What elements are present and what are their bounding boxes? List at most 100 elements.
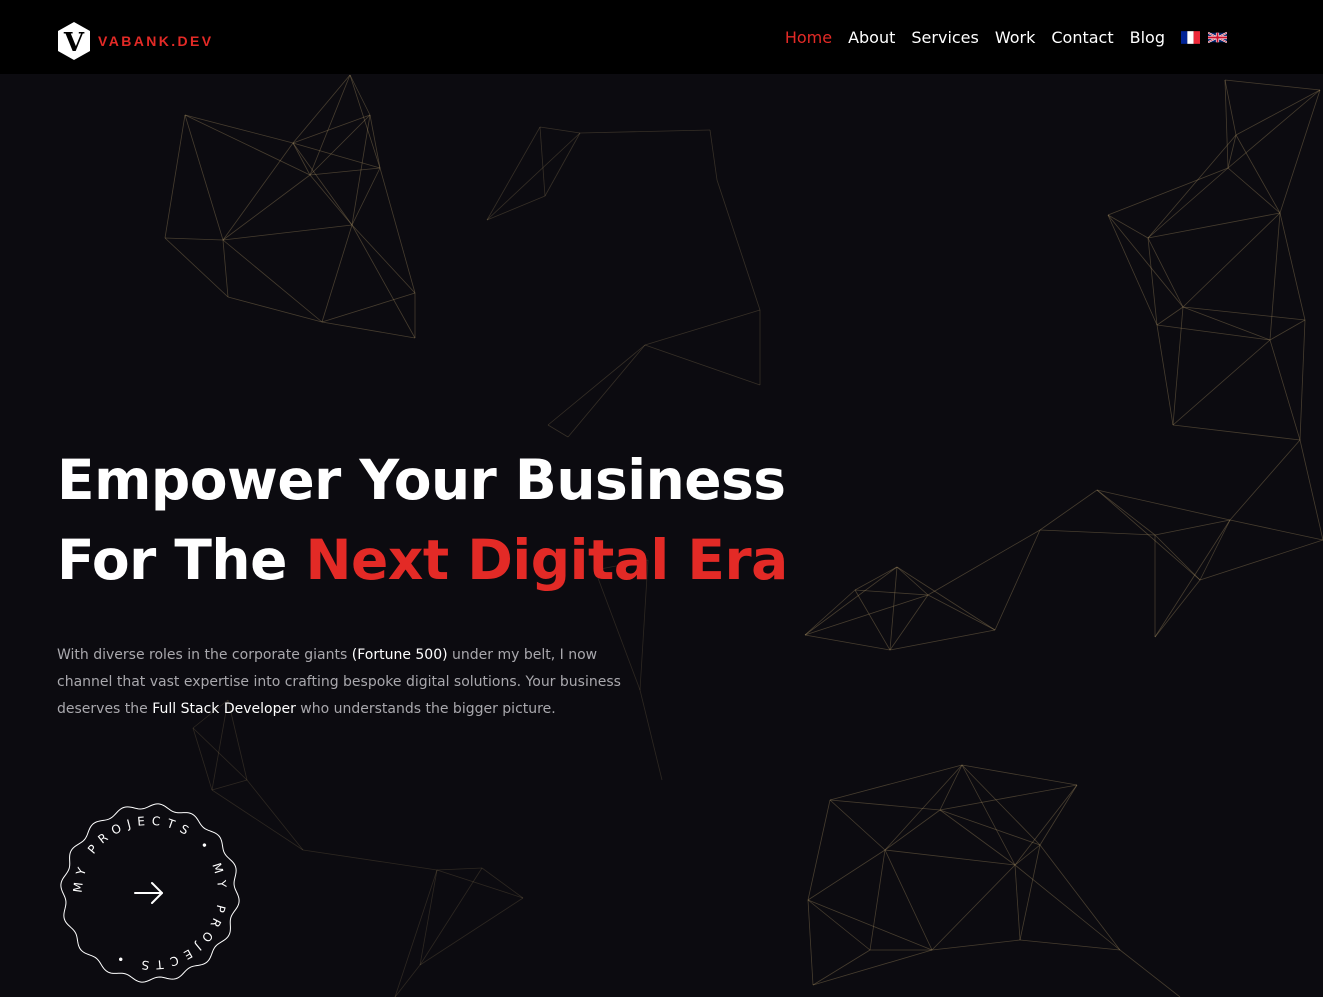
network-line	[961, 764, 1041, 846]
uk-flag-icon[interactable]	[1208, 31, 1227, 44]
network-line	[1269, 339, 1301, 441]
network-line	[222, 239, 323, 323]
network-line	[644, 309, 761, 346]
nav-contact[interactable]: Contact	[1051, 28, 1113, 47]
network-line	[486, 132, 581, 221]
network-line	[1154, 579, 1201, 638]
network-line	[829, 799, 886, 851]
network-line	[716, 179, 761, 311]
nav-work[interactable]: Work	[995, 28, 1036, 47]
network-line	[1199, 539, 1323, 581]
network-line	[481, 867, 524, 899]
network-line	[1182, 212, 1281, 308]
network-line	[807, 899, 814, 986]
network-line	[1107, 214, 1149, 239]
network-line	[1147, 237, 1158, 326]
network-line	[1224, 79, 1321, 91]
network-line	[1019, 939, 1121, 951]
network-line	[222, 239, 229, 298]
network-line	[1299, 439, 1323, 541]
network-line	[419, 897, 524, 966]
projects-badge-graphic: MY PROJECTS • MY PROJECTS •	[60, 803, 240, 983]
network-line	[1154, 519, 1231, 536]
network-line	[1172, 306, 1184, 426]
network-line	[292, 142, 381, 169]
intro-text-1: With diverse roles in the corporate gian…	[57, 647, 352, 663]
network-line	[1172, 424, 1301, 441]
network-line	[1199, 519, 1231, 581]
network-line	[804, 594, 929, 636]
intro-text-3: who understands the bigger picture.	[295, 701, 556, 717]
network-line	[351, 167, 381, 226]
network-line	[994, 529, 1041, 631]
logo-letter: V	[63, 28, 85, 58]
network-line	[321, 321, 416, 339]
network-line	[349, 74, 371, 116]
network-line	[547, 424, 569, 438]
hero-heading-line1: Empower Your Business	[57, 448, 786, 512]
network-line	[896, 566, 929, 596]
network-line	[394, 869, 438, 997]
network-line	[436, 867, 483, 871]
network-line	[1279, 212, 1306, 321]
arrow-right-icon	[134, 882, 163, 904]
network-line	[961, 764, 1078, 786]
network-line	[889, 594, 929, 651]
network-line	[302, 849, 438, 871]
network-line	[1147, 212, 1281, 239]
network-line	[184, 114, 224, 241]
hero-heading-accent: Next Digital Era	[305, 528, 789, 592]
network-line	[812, 949, 933, 986]
network-line	[436, 869, 524, 899]
nav-services[interactable]: Services	[911, 28, 978, 47]
network-line	[939, 764, 963, 811]
network-line	[222, 142, 294, 241]
network-line	[927, 594, 996, 631]
network-line	[1156, 324, 1271, 341]
network-line	[486, 195, 546, 221]
network-line	[807, 899, 933, 951]
network-line	[544, 132, 581, 197]
my-projects-button[interactable]: MY PROJECTS • MY PROJECTS •	[57, 800, 243, 986]
network-line	[1107, 214, 1158, 326]
logo[interactable]: V VABANK.DEV	[56, 21, 214, 61]
network-line	[1172, 339, 1271, 426]
nav-home[interactable]: Home	[785, 28, 832, 47]
network-line	[961, 764, 1016, 866]
network-line	[939, 809, 1016, 866]
nav-about[interactable]: About	[848, 28, 895, 47]
network-line	[292, 142, 311, 176]
network-line	[1107, 214, 1184, 308]
network-line	[1019, 844, 1041, 941]
network-line	[211, 779, 248, 791]
network-line	[164, 237, 229, 298]
nav-blog[interactable]: Blog	[1130, 28, 1165, 47]
network-line	[854, 589, 929, 596]
network-line	[321, 292, 416, 323]
network-line	[854, 566, 898, 591]
network-line	[246, 779, 304, 851]
network-line	[227, 296, 323, 323]
france-flag-icon[interactable]	[1181, 30, 1200, 44]
network-line	[1156, 324, 1174, 426]
network-line	[309, 114, 371, 176]
network-line	[539, 126, 581, 134]
network-line	[309, 74, 351, 176]
network-line	[884, 849, 933, 951]
network-line	[1107, 167, 1229, 216]
network-line	[349, 74, 381, 169]
network-line	[1039, 489, 1098, 531]
hero-heading-line2-prefix: For The	[57, 528, 306, 592]
hero-intro-paragraph: With diverse roles in the corporate gian…	[57, 642, 642, 723]
network-line	[184, 114, 294, 144]
hero: Empower Your Business For The Next Digit…	[57, 440, 788, 600]
network-line	[889, 629, 996, 651]
network-line	[1147, 167, 1229, 239]
network-line	[896, 566, 996, 631]
network-line	[804, 634, 891, 651]
network-line	[1182, 306, 1306, 321]
network-line	[321, 224, 353, 323]
network-line	[1147, 237, 1184, 308]
network-line	[1269, 319, 1306, 341]
network-line	[1235, 134, 1281, 214]
